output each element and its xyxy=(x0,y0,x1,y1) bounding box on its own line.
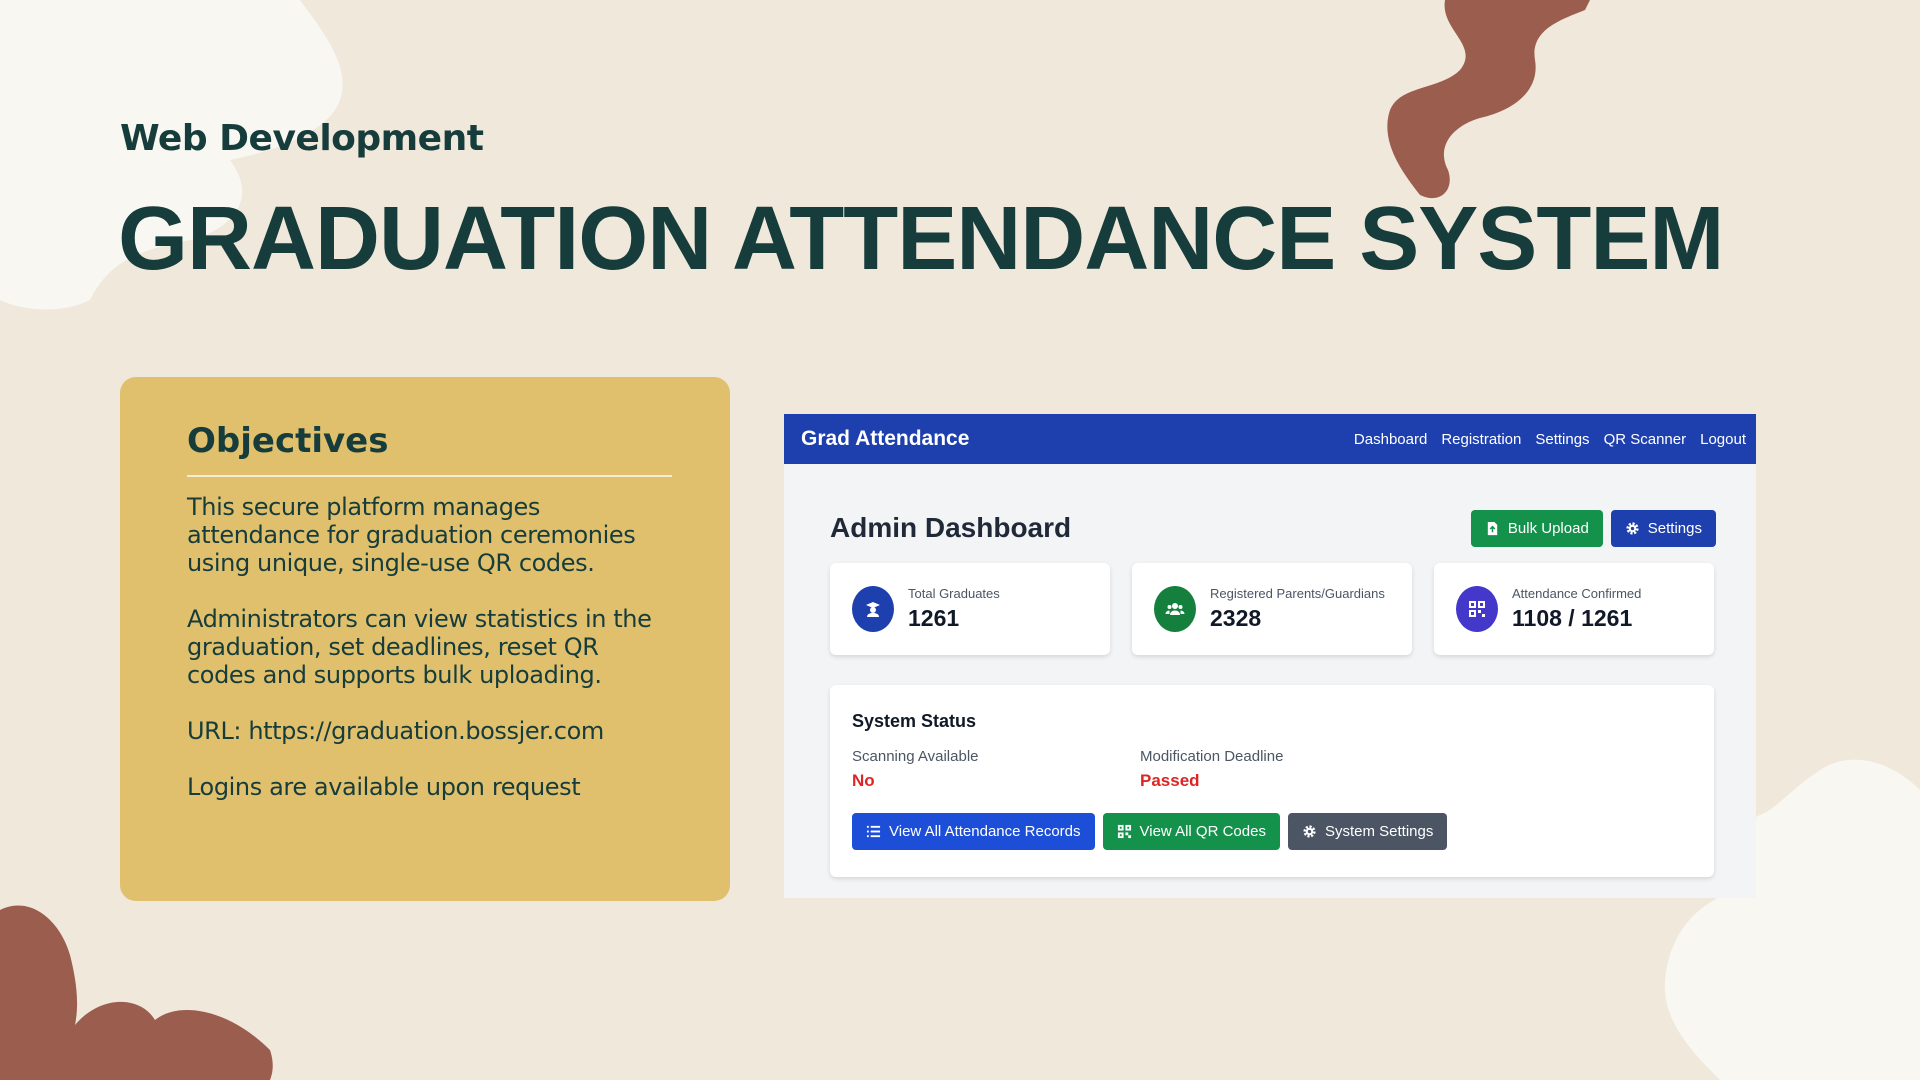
slide-subtitle: Web Development xyxy=(120,118,484,159)
objectives-paragraph: Administrators can view statistics in th… xyxy=(187,605,652,689)
brown-squiggle-top-right xyxy=(1387,0,1590,199)
nav-registration[interactable]: Registration xyxy=(1441,431,1521,448)
navbar: Grad Attendance Dashboard Registration S… xyxy=(784,414,1756,464)
stat-card-total-graduates: Total Graduates 1261 xyxy=(830,563,1110,655)
objectives-paragraph: This secure platform manages attendance … xyxy=(187,493,636,577)
settings-label: Settings xyxy=(1647,519,1702,537)
stat-value: 1261 xyxy=(908,605,960,631)
slide-title: GRADUATION ATTENDANCE SYSTEM xyxy=(118,189,1724,289)
view-attendance-records-label: View All Attendance Records xyxy=(889,823,1081,840)
graduate-icon xyxy=(852,586,894,632)
system-settings-label: System Settings xyxy=(1324,823,1434,840)
objectives-divider xyxy=(187,475,672,477)
system-status-title: System Status xyxy=(852,711,977,731)
file-upload-icon xyxy=(1487,521,1498,535)
app-screenshot: Grad Attendance Dashboard Registration S… xyxy=(784,414,1756,898)
view-qr-codes-label: View All QR Codes xyxy=(1139,823,1266,840)
brand-logo[interactable]: Grad Attendance xyxy=(801,427,969,451)
nav-dashboard[interactable]: Dashboard xyxy=(1354,431,1427,448)
nav-qr-scanner[interactable]: QR Scanner xyxy=(1604,431,1687,448)
view-attendance-records-button[interactable]: View All Attendance Records xyxy=(852,813,1095,850)
status-value: No xyxy=(852,771,875,790)
stat-label: Attendance Confirmed xyxy=(1512,586,1642,601)
status-scanning-available: Scanning Available No xyxy=(852,748,1140,791)
nav-logout[interactable]: Logout xyxy=(1700,431,1746,448)
nav-links: Dashboard Registration Settings QR Scann… xyxy=(1354,431,1746,448)
settings-button[interactable]: Settings xyxy=(1610,509,1716,547)
stat-label: Registered Parents/Guardians xyxy=(1210,586,1385,601)
brown-blob-bottom-left xyxy=(0,905,273,1080)
view-qr-codes-button[interactable]: View All QR Codes xyxy=(1102,813,1280,850)
stat-card-attendance-confirmed: Attendance Confirmed 1108 / 1261 xyxy=(1434,563,1714,655)
users-icon xyxy=(1154,586,1196,632)
stat-value: 2328 xyxy=(1210,605,1262,631)
status-label: Scanning Available xyxy=(852,748,979,765)
gear-icon xyxy=(1303,825,1316,838)
gear-icon xyxy=(1626,521,1639,535)
bulk-upload-button[interactable]: Bulk Upload xyxy=(1470,509,1603,547)
stat-card-registered-parents: Registered Parents/Guardians 2328 xyxy=(1132,563,1412,655)
qrcode-icon xyxy=(1117,824,1131,839)
stats-row: Total Graduates 1261 Registered Parents/… xyxy=(830,563,1716,655)
objectives-paragraph: Logins are available upon request xyxy=(187,773,581,801)
status-value: Passed xyxy=(1140,771,1200,790)
list-icon xyxy=(866,825,881,838)
objectives-card: Objectives This secure platform manages … xyxy=(120,377,730,901)
stat-value: 1108 / 1261 xyxy=(1512,605,1633,631)
nav-settings[interactable]: Settings xyxy=(1535,431,1589,448)
objectives-heading: Objectives xyxy=(187,421,389,461)
system-settings-button[interactable]: System Settings xyxy=(1287,813,1448,850)
qrcode-icon xyxy=(1456,586,1498,632)
status-modification-deadline: Modification Deadline Passed xyxy=(1140,748,1428,791)
status-label: Modification Deadline xyxy=(1140,748,1284,765)
system-status-card: System Status Scanning Available No Modi… xyxy=(830,685,1714,877)
bulk-upload-label: Bulk Upload xyxy=(1507,519,1589,537)
objectives-url: URL: https://graduation.bossjer.com xyxy=(187,717,604,745)
page-title: Admin Dashboard xyxy=(830,512,1072,543)
stat-label: Total Graduates xyxy=(908,586,1000,601)
